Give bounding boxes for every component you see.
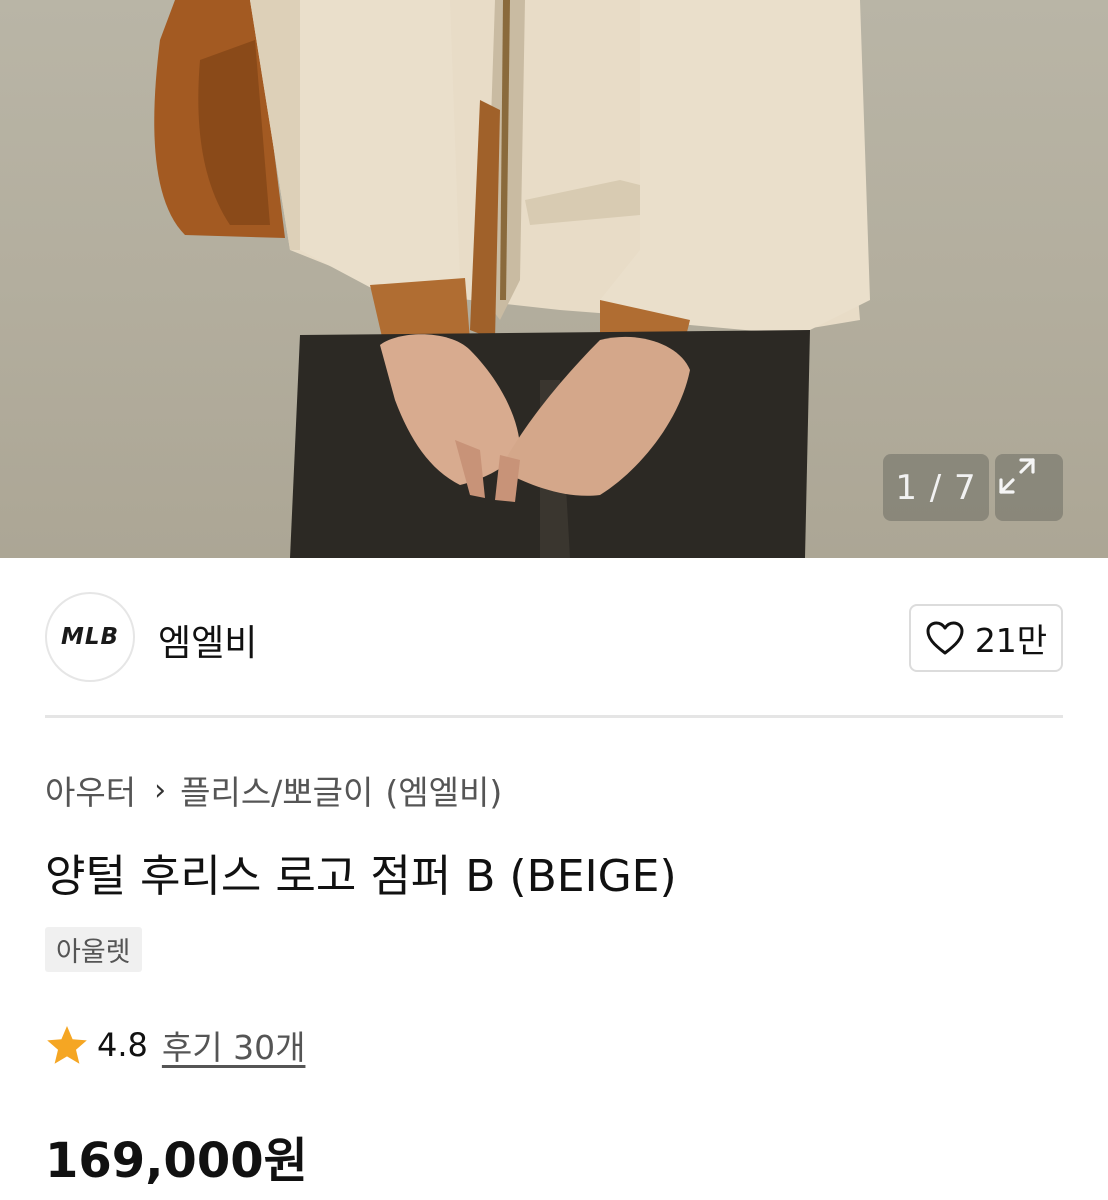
breadcrumb-subcategory[interactable]: 플리스/뽀글이 [180,766,373,814]
divider [45,715,1063,718]
expand-icon [999,458,1035,494]
rating-row: 4.8 후기 30개 [45,1020,305,1070]
breadcrumb-brand[interactable]: (엠엘비) [385,766,502,814]
chevron-right-icon: › [154,772,167,808]
rating-score: 4.8 [97,1026,148,1064]
brand-row: MLB 엠엘비 21만 [45,592,1063,682]
heart-outline-icon [926,621,964,655]
brand-name[interactable]: 엠엘비 [158,614,257,666]
breadcrumb-category[interactable]: 아우터 [45,766,136,814]
product-image[interactable]: 1 / 7 [0,0,1108,558]
brand-like-button[interactable]: 21만 [909,604,1063,672]
like-count: 21만 [974,621,1048,660]
brand-logo[interactable]: MLB [45,592,135,682]
outlet-badge: 아울렛 [45,927,142,972]
image-counter-text: 1 / 7 [895,467,977,508]
product-price: 169,000원 [45,1133,308,1189]
outlet-badge-label: 아울렛 [56,937,131,968]
expand-image-button[interactable] [995,454,1063,521]
star-icon [47,1026,87,1064]
reviews-link[interactable]: 후기 30개 [162,1021,306,1069]
breadcrumb: 아우터 › 플리스/뽀글이 (엠엘비) [45,766,502,814]
brand-logo-text: MLB [60,624,120,650]
product-title: 양털 후리스 로고 점퍼 B (BEIGE) [45,851,677,902]
image-counter: 1 / 7 [883,454,989,521]
